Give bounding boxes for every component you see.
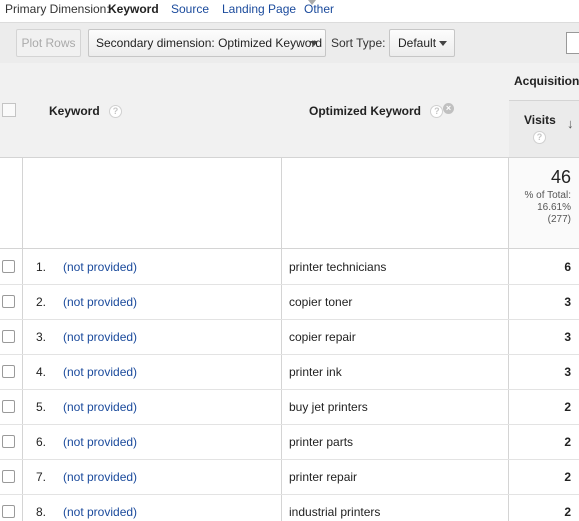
keyword-link[interactable]: (not provided) (63, 330, 137, 344)
optimized-keyword-cell: copier toner (289, 295, 353, 309)
visits-cell: 2 (564, 470, 571, 484)
visits-cell: 2 (564, 505, 571, 519)
sort-type-dropdown[interactable]: Default (389, 29, 455, 57)
acquisition-group-header: Acquisition (509, 63, 579, 101)
visits-total-value: 46 (550, 167, 571, 187)
chevron-down-icon (439, 41, 447, 46)
optimized-keyword-cell: printer ink (289, 365, 342, 379)
keyword-link[interactable]: (not provided) (63, 400, 137, 414)
table-header: Keyword ? Optimized Keyword ? × Acquisit… (0, 63, 579, 158)
keyword-column-header[interactable]: Keyword ? (49, 104, 123, 118)
help-icon[interactable]: ? (533, 131, 546, 144)
row-number: 4. (35, 365, 46, 379)
keyword-link[interactable]: (not provided) (63, 295, 137, 309)
table-row: 8. (not provided) industrial printers 2 (0, 494, 579, 521)
row-number: 1. (35, 260, 46, 274)
acquisition-header-label: Acquisition (514, 74, 579, 88)
secondary-dimension-label: Secondary dimension: Optimized Keyword (96, 36, 323, 50)
chevron-down-icon (310, 41, 318, 46)
visits-cell: 2 (564, 435, 571, 449)
pct-total: (277) (547, 214, 571, 225)
optimized-keyword-cell: printer parts (289, 435, 354, 449)
visits-cell: 2 (564, 400, 571, 414)
help-icon[interactable]: ? (430, 105, 444, 118)
row-number: 8. (35, 505, 46, 519)
table-toolbar: Plot Rows Secondary dimension: Optimized… (0, 22, 579, 64)
table-row: 6. (not provided) printer parts 2 (0, 424, 579, 460)
optimized-keyword-cell: printer repair (289, 470, 358, 484)
visits-header-label: Visits (524, 113, 556, 127)
visits-total-cell: 46 % of Total: 16.61% (277) (509, 158, 579, 248)
keyword-link[interactable]: (not provided) (63, 470, 137, 484)
primary-dimension-label: Primary Dimension: (5, 2, 110, 16)
pct-value: 16.61% (537, 202, 571, 213)
row-number: 5. (35, 400, 46, 414)
row-number: 6. (35, 435, 46, 449)
optimized-keyword-column-header[interactable]: Optimized Keyword ? (309, 104, 444, 118)
dimension-source-link[interactable]: Source (171, 0, 209, 18)
optimized-keyword-cell: buy jet printers (289, 400, 368, 414)
chevron-down-icon (308, 0, 316, 5)
sort-type-label: Sort Type: (331, 36, 386, 50)
optimized-keyword-header-label: Optimized Keyword (309, 104, 422, 118)
primary-dimension-bar: Primary Dimension: Keyword Source Landin… (0, 0, 579, 22)
plot-rows-button[interactable]: Plot Rows (16, 29, 81, 57)
table-row: 3. (not provided) copier repair 3 (0, 319, 579, 355)
visits-cell: 3 (564, 295, 571, 309)
visits-cell: 6 (564, 260, 571, 274)
keyword-header-label: Keyword (49, 104, 100, 118)
table-row: 5. (not provided) buy jet printers 2 (0, 389, 579, 425)
keyword-link[interactable]: (not provided) (63, 365, 137, 379)
visits-cell: 3 (564, 330, 571, 344)
dimension-keyword-active: Keyword (108, 2, 159, 16)
remove-secondary-dimension-icon[interactable]: × (443, 103, 454, 114)
pct-label: % of Total: (524, 190, 571, 201)
totals-row: 46 % of Total: 16.61% (277) (0, 158, 579, 249)
table-row: 4. (not provided) printer ink 3 (0, 354, 579, 390)
table-row: 1. (not provided) printer technicians 6 (0, 249, 579, 285)
optimized-keyword-cell: copier repair (289, 330, 356, 344)
visits-column-header[interactable]: Visits ? ↓ (509, 101, 579, 157)
keyword-link[interactable]: (not provided) (63, 435, 137, 449)
visits-cell: 3 (564, 365, 571, 379)
table-search-input[interactable] (566, 32, 579, 54)
sort-descending-icon: ↓ (567, 116, 574, 131)
keyword-link[interactable]: (not provided) (63, 505, 137, 519)
help-icon[interactable]: ? (109, 105, 123, 118)
row-number: 2. (35, 295, 46, 309)
table-row: 7. (not provided) printer repair 2 (0, 459, 579, 495)
visits-total-percentage: % of Total: 16.61% (277) (524, 190, 571, 226)
select-all-checkbox[interactable] (2, 103, 16, 117)
optimized-keyword-cell: industrial printers (289, 505, 381, 519)
dimension-landing-page-link[interactable]: Landing Page (222, 0, 296, 18)
table-row: 2. (not provided) copier toner 3 (0, 284, 579, 320)
sort-type-value: Default (398, 36, 437, 50)
keyword-link[interactable]: (not provided) (63, 260, 137, 274)
row-number: 7. (35, 470, 46, 484)
row-number: 3. (35, 330, 46, 344)
secondary-dimension-dropdown[interactable]: Secondary dimension: Optimized Keyword (88, 29, 326, 57)
optimized-keyword-cell: printer technicians (289, 260, 387, 274)
